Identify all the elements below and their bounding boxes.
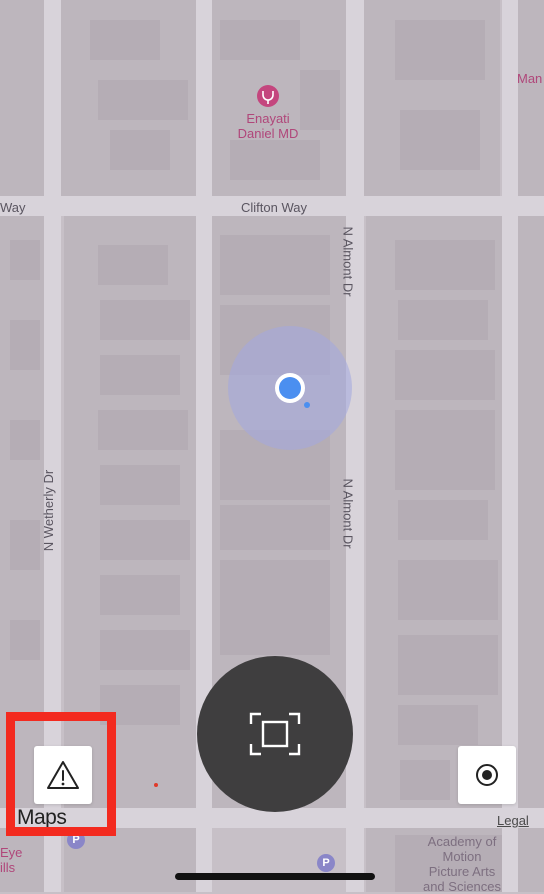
scan-button[interactable] xyxy=(197,656,353,812)
poi-name-line2: Daniel MD xyxy=(237,126,299,141)
parking-icon[interactable]: P xyxy=(317,854,335,872)
academy-line2: Motion xyxy=(442,849,482,864)
scan-frame-icon xyxy=(249,712,301,756)
parking-icon[interactable]: P xyxy=(67,831,85,849)
poi-name-line1: Enayati xyxy=(246,111,290,126)
home-indicator[interactable] xyxy=(175,873,375,880)
poi-doctor-icon[interactable] xyxy=(257,85,279,107)
locate-me-icon xyxy=(476,764,498,786)
poi-label[interactable]: Enayati Daniel MD xyxy=(228,111,308,141)
academy-line1: Academy of xyxy=(427,834,497,849)
poi-edge-label: Man xyxy=(517,71,543,86)
location-heading xyxy=(304,402,310,408)
academy-line3: Picture Arts xyxy=(428,864,496,879)
street-label-almont-upper: N Almont Dr xyxy=(340,226,356,297)
report-issue-button[interactable] xyxy=(34,746,92,804)
left-edge-line1: Eye xyxy=(0,845,23,860)
street-label-clifton-way-left: Way xyxy=(0,200,26,215)
street-label-clifton-way: Clifton Way xyxy=(241,200,307,215)
small-red-marker xyxy=(154,783,158,787)
current-location-core xyxy=(279,377,301,399)
left-edge-label: Eye ills xyxy=(0,845,22,875)
warning-triangle-icon xyxy=(47,761,79,789)
street-label-almont-lower: N Almont Dr xyxy=(340,478,356,549)
maps-logo: Maps xyxy=(17,806,67,829)
legal-link[interactable]: Legal xyxy=(497,813,529,828)
locate-me-button[interactable] xyxy=(458,746,516,804)
academy-label[interactable]: Academy of Motion Picture Arts and Scien… xyxy=(408,834,516,894)
street-label-wetherly: N Wetherly Dr xyxy=(41,469,57,552)
left-edge-line2: ills xyxy=(0,860,16,875)
